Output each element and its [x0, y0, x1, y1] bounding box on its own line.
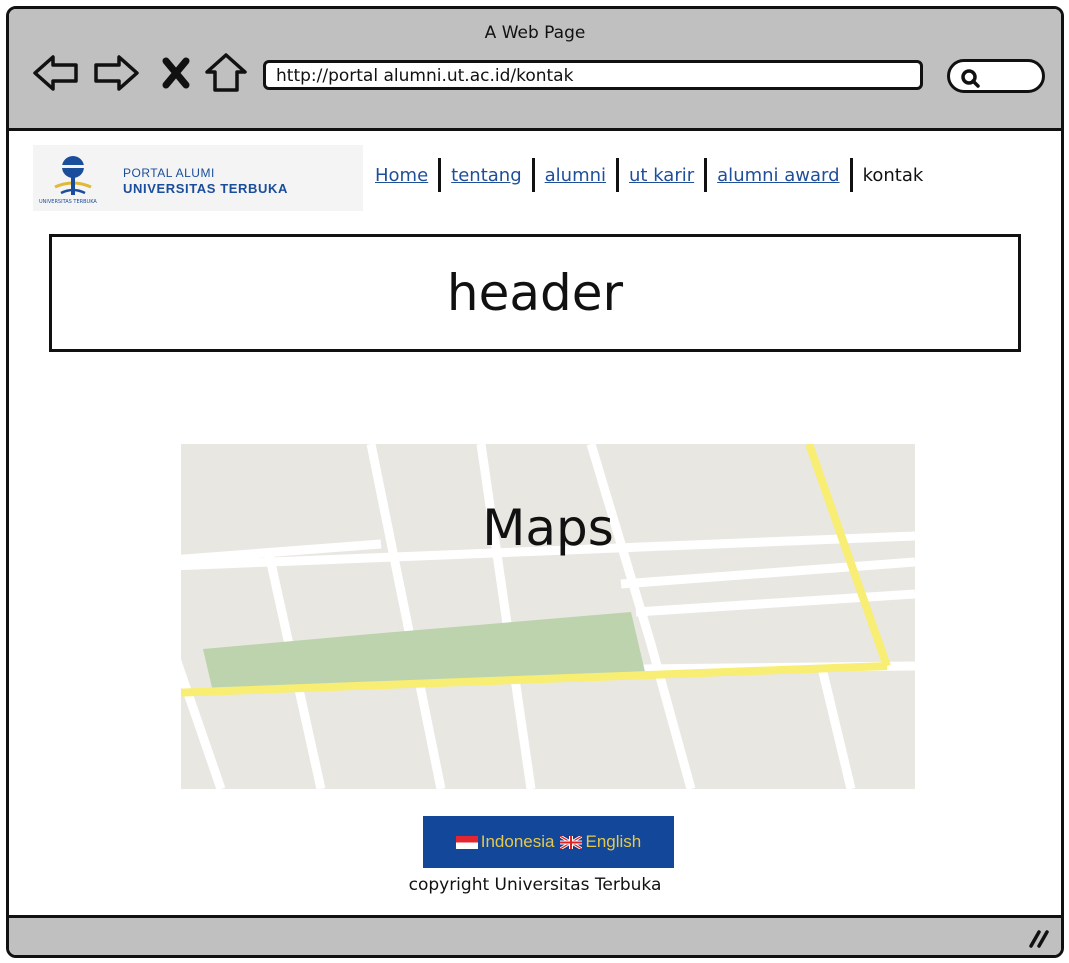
home-icon[interactable]	[203, 51, 249, 99]
nav-divider	[616, 158, 620, 192]
ut-emblem-icon	[54, 156, 92, 195]
map-widget[interactable]: Maps	[181, 444, 915, 789]
language-indonesia[interactable]: Indonesia	[455, 832, 555, 852]
language-english-label: English	[585, 832, 642, 851]
language-english[interactable]: English	[560, 832, 641, 852]
browser-window: A Web Page http://portal alumni.ut.ac.id…	[6, 6, 1064, 958]
logo-subtitle: UNIVERSITAS TERBUKA	[123, 181, 289, 196]
header-placeholder: header	[49, 234, 1021, 352]
nav-divider	[849, 158, 853, 192]
uk-flag-icon	[560, 835, 583, 849]
browser-titlebar: A Web Page http://portal alumni.ut.ac.id…	[9, 9, 1061, 131]
language-indonesia-label: Indonesia	[480, 832, 555, 851]
nav-item-home[interactable]: Home	[367, 165, 436, 186]
nav-divider	[438, 158, 442, 192]
logo-title: PORTAL ALUMI	[123, 166, 215, 180]
nav-item-tentang[interactable]: tentang	[443, 165, 529, 186]
browser-statusbar	[9, 915, 1061, 955]
map-label: Maps	[482, 499, 614, 557]
nav-divider	[531, 158, 535, 192]
close-icon[interactable]	[161, 56, 191, 94]
main-nav: Home tentang alumni ut karir alumni awar…	[367, 155, 931, 195]
url-bar[interactable]: http://portal alumni.ut.ac.id/kontak	[263, 60, 923, 90]
site-logo[interactable]: UNIVERSITAS TERBUKA PORTAL ALUMI UNIVERS…	[33, 145, 363, 211]
nav-divider	[704, 158, 708, 192]
copyright-text: copyright Universitas Terbuka	[408, 875, 662, 895]
logo-small-text: UNIVERSITAS TERBUKA	[39, 199, 97, 205]
forward-icon[interactable]	[91, 53, 141, 97]
back-icon[interactable]	[31, 53, 81, 97]
map-image	[181, 444, 915, 789]
nav-item-kontak[interactable]: kontak	[855, 165, 932, 186]
nav-item-alumni-award[interactable]: alumni award	[709, 165, 847, 186]
language-switcher: Indonesia English	[423, 816, 674, 868]
indonesia-flag-icon	[455, 835, 478, 849]
search-icon	[961, 69, 980, 88]
nav-item-ut-karir[interactable]: ut karir	[621, 165, 702, 186]
resize-grip-icon[interactable]	[1027, 927, 1051, 949]
search-field[interactable]	[947, 59, 1045, 93]
window-title: A Web Page	[484, 23, 586, 43]
nav-item-alumni[interactable]: alumni	[537, 165, 614, 186]
